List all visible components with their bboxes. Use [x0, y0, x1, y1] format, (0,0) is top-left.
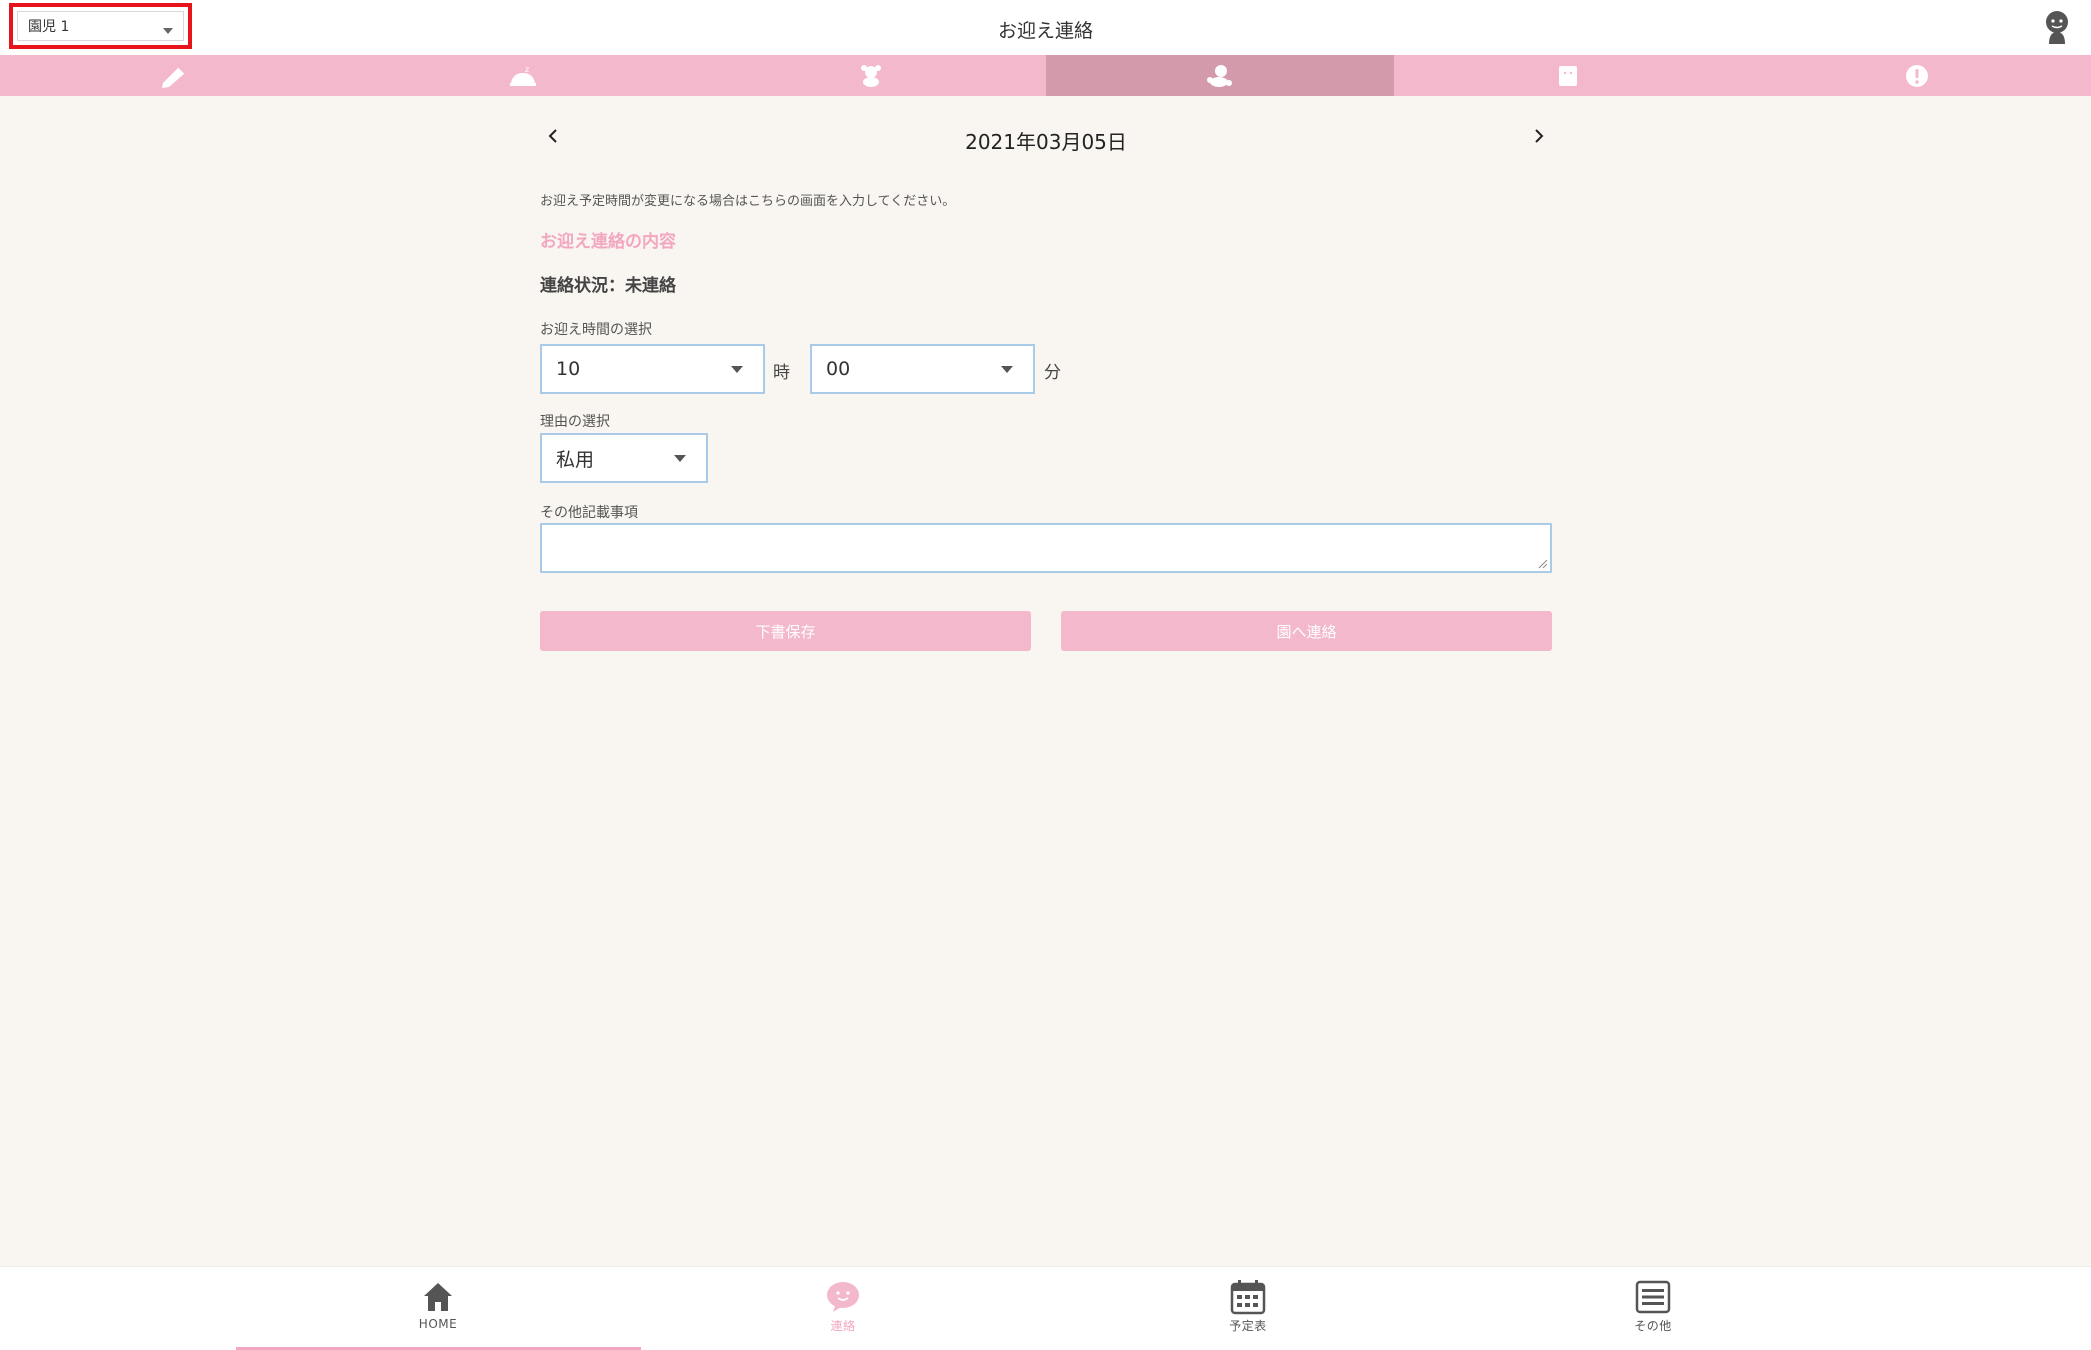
- pickup-form: 2021年03月05日 お迎え予定時間が変更になる場合はこちらの画面を入力してく…: [540, 120, 1552, 651]
- pickup-icon: [1206, 64, 1232, 87]
- minute-unit: 分: [1044, 363, 1061, 383]
- user-avatar-icon[interactable]: [2043, 10, 2071, 44]
- pencil-icon: [162, 65, 186, 88]
- tab-note[interactable]: [0, 55, 349, 96]
- bottom-nav-contact[interactable]: 連絡: [743, 1279, 943, 1339]
- sleeping-icon: z: [509, 65, 536, 86]
- home-icon: [424, 1283, 452, 1311]
- contact-status: 連絡状況：未連絡: [540, 276, 676, 296]
- time-label: お迎え時間の選択: [540, 322, 652, 338]
- tab-sleep[interactable]: z: [349, 55, 698, 96]
- calendar-day-icon: [1559, 65, 1578, 86]
- notes-textarea[interactable]: [540, 523, 1552, 573]
- resize-handle-icon[interactable]: [1536, 557, 1548, 569]
- reason-label: 理由の選択: [540, 414, 610, 430]
- chevron-down-icon: [731, 366, 743, 373]
- alert-icon: [1905, 64, 1928, 87]
- calendar-icon: [1230, 1280, 1266, 1315]
- page-title: お迎え連絡: [997, 20, 1093, 42]
- save-draft-button[interactable]: 下書保存: [540, 611, 1031, 651]
- minute-value: 00: [826, 358, 851, 380]
- menu-icon: [1635, 1280, 1671, 1314]
- hour-value: 10: [556, 358, 581, 380]
- bottom-nav-other-label: その他: [1634, 1319, 1672, 1333]
- info-text: お迎え予定時間が変更になる場合はこちらの画面を入力してください。: [540, 194, 956, 209]
- send-to-school-button[interactable]: 園へ連絡: [1061, 611, 1552, 651]
- tab-pet[interactable]: [697, 55, 1046, 96]
- bottom-nav-schedule-label: 予定表: [1229, 1319, 1267, 1333]
- hour-select[interactable]: 10: [540, 344, 765, 394]
- category-tabs: z: [0, 55, 2091, 96]
- reason-select[interactable]: 私用: [540, 433, 708, 483]
- bottom-nav-home[interactable]: HOME: [338, 1279, 538, 1339]
- date-label: 2021年03月05日: [965, 130, 1127, 154]
- dog-icon: [861, 64, 882, 87]
- header: 園児 1 お迎え連絡: [0, 0, 2091, 55]
- app-root: 園児 1 お迎え連絡 z 2021年03月05日 お迎え予定時間が変更になる場合…: [0, 0, 2091, 1350]
- reason-value: 私用: [556, 448, 595, 471]
- bottom-nav: HOME 連絡 予定表 その他: [0, 1266, 2091, 1350]
- date-navigator: 2021年03月05日: [540, 120, 1552, 160]
- chat-icon: [827, 1282, 859, 1312]
- tab-calendar-day[interactable]: [1394, 55, 1743, 96]
- chevron-right-icon[interactable]: [1528, 126, 1548, 146]
- tab-alert[interactable]: [1743, 55, 2091, 96]
- bottom-nav-contact-label: 連絡: [830, 1319, 856, 1333]
- bottom-nav-other[interactable]: その他: [1553, 1279, 1753, 1339]
- chevron-down-icon: [1001, 366, 1013, 373]
- notes-label: その他記載事項: [540, 505, 638, 521]
- chevron-down-icon: [674, 455, 686, 462]
- hour-unit: 時: [773, 363, 790, 383]
- tab-pickup[interactable]: [1045, 55, 1394, 96]
- bottom-nav-home-label: HOME: [418, 1317, 458, 1331]
- minute-select[interactable]: 00: [810, 344, 1035, 394]
- svg-text:z: z: [525, 65, 529, 74]
- section-title: お迎え連絡の内容: [540, 232, 676, 252]
- bottom-nav-schedule[interactable]: 予定表: [1148, 1279, 1348, 1339]
